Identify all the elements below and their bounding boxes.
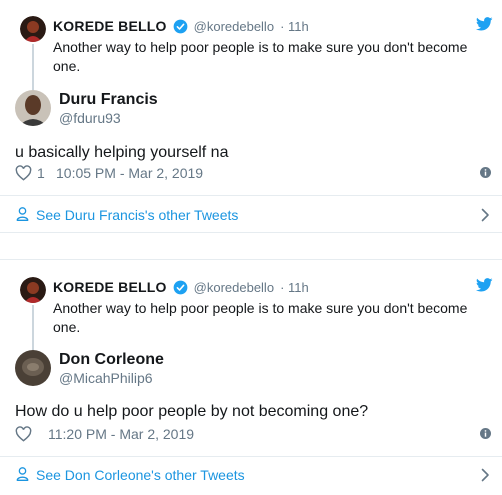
parent-text: Another way to help poor people is to ma… [53, 39, 468, 74]
like-count: 1 [37, 165, 45, 181]
embedded-tweet-card: KOREDE BELLO @koredebello · 11h Another … [0, 0, 502, 233]
chevron-right-icon [481, 208, 489, 222]
chevron-right-icon [481, 468, 489, 482]
see-other-tweets-row[interactable]: See Duru Francis's other Tweets [0, 196, 502, 232]
heart-icon[interactable] [15, 426, 32, 442]
parent-header: KOREDE BELLO @koredebello · 11h [53, 279, 309, 295]
card-gap [0, 233, 502, 259]
info-icon[interactable] [480, 428, 491, 439]
thread-line [32, 305, 34, 350]
parent-text: Another way to help poor people is to ma… [53, 300, 468, 335]
see-other-tweets-link[interactable]: See Duru Francis's other Tweets [36, 207, 238, 223]
info-icon[interactable] [480, 167, 491, 178]
reply-text: u basically helping yourself na [15, 144, 229, 161]
embedded-tweet-card: KOREDE BELLO @koredebello · 11h Another … [0, 259, 502, 495]
parent-handle[interactable]: @koredebello [194, 19, 274, 34]
parent-time[interactable]: · 11h [280, 19, 309, 34]
reply-handle[interactable]: @MicahPhilip6 [59, 370, 153, 386]
reply-meta: 11:20 PM - Mar 2, 2019 [15, 426, 194, 442]
parent-avatar[interactable] [20, 277, 46, 303]
parent-name[interactable]: KOREDE BELLO [53, 18, 167, 34]
see-other-tweets-row[interactable]: See Don Corleone's other Tweets [0, 457, 502, 493]
verified-badge-icon [173, 19, 188, 33]
reply-text: How do u help poor people by not becomin… [15, 403, 369, 420]
reply-timestamp[interactable]: 11:20 PM - Mar 2, 2019 [48, 426, 194, 442]
reply-avatar[interactable] [15, 90, 51, 126]
parent-header: KOREDE BELLO @koredebello · 11h [53, 18, 309, 34]
parent-handle[interactable]: @koredebello [194, 280, 274, 295]
reply-meta: 1 10:05 PM - Mar 2, 2019 [15, 165, 203, 181]
person-icon [16, 467, 29, 481]
verified-badge-icon [173, 280, 188, 294]
reply-handle[interactable]: @fduru93 [59, 110, 121, 126]
parent-time[interactable]: · 11h [280, 280, 309, 295]
person-icon [16, 207, 29, 221]
reply-avatar[interactable] [15, 350, 51, 386]
see-other-tweets-link[interactable]: See Don Corleone's other Tweets [36, 467, 245, 483]
thread-line [32, 44, 34, 90]
twitter-bird-icon[interactable] [476, 278, 493, 292]
reply-name[interactable]: Don Corleone [59, 351, 164, 369]
parent-avatar[interactable] [20, 16, 46, 42]
reply-timestamp[interactable]: 10:05 PM - Mar 2, 2019 [56, 165, 203, 181]
parent-name[interactable]: KOREDE BELLO [53, 279, 167, 295]
reply-name[interactable]: Duru Francis [59, 91, 158, 109]
heart-icon[interactable] [15, 165, 32, 181]
twitter-bird-icon[interactable] [476, 17, 493, 31]
